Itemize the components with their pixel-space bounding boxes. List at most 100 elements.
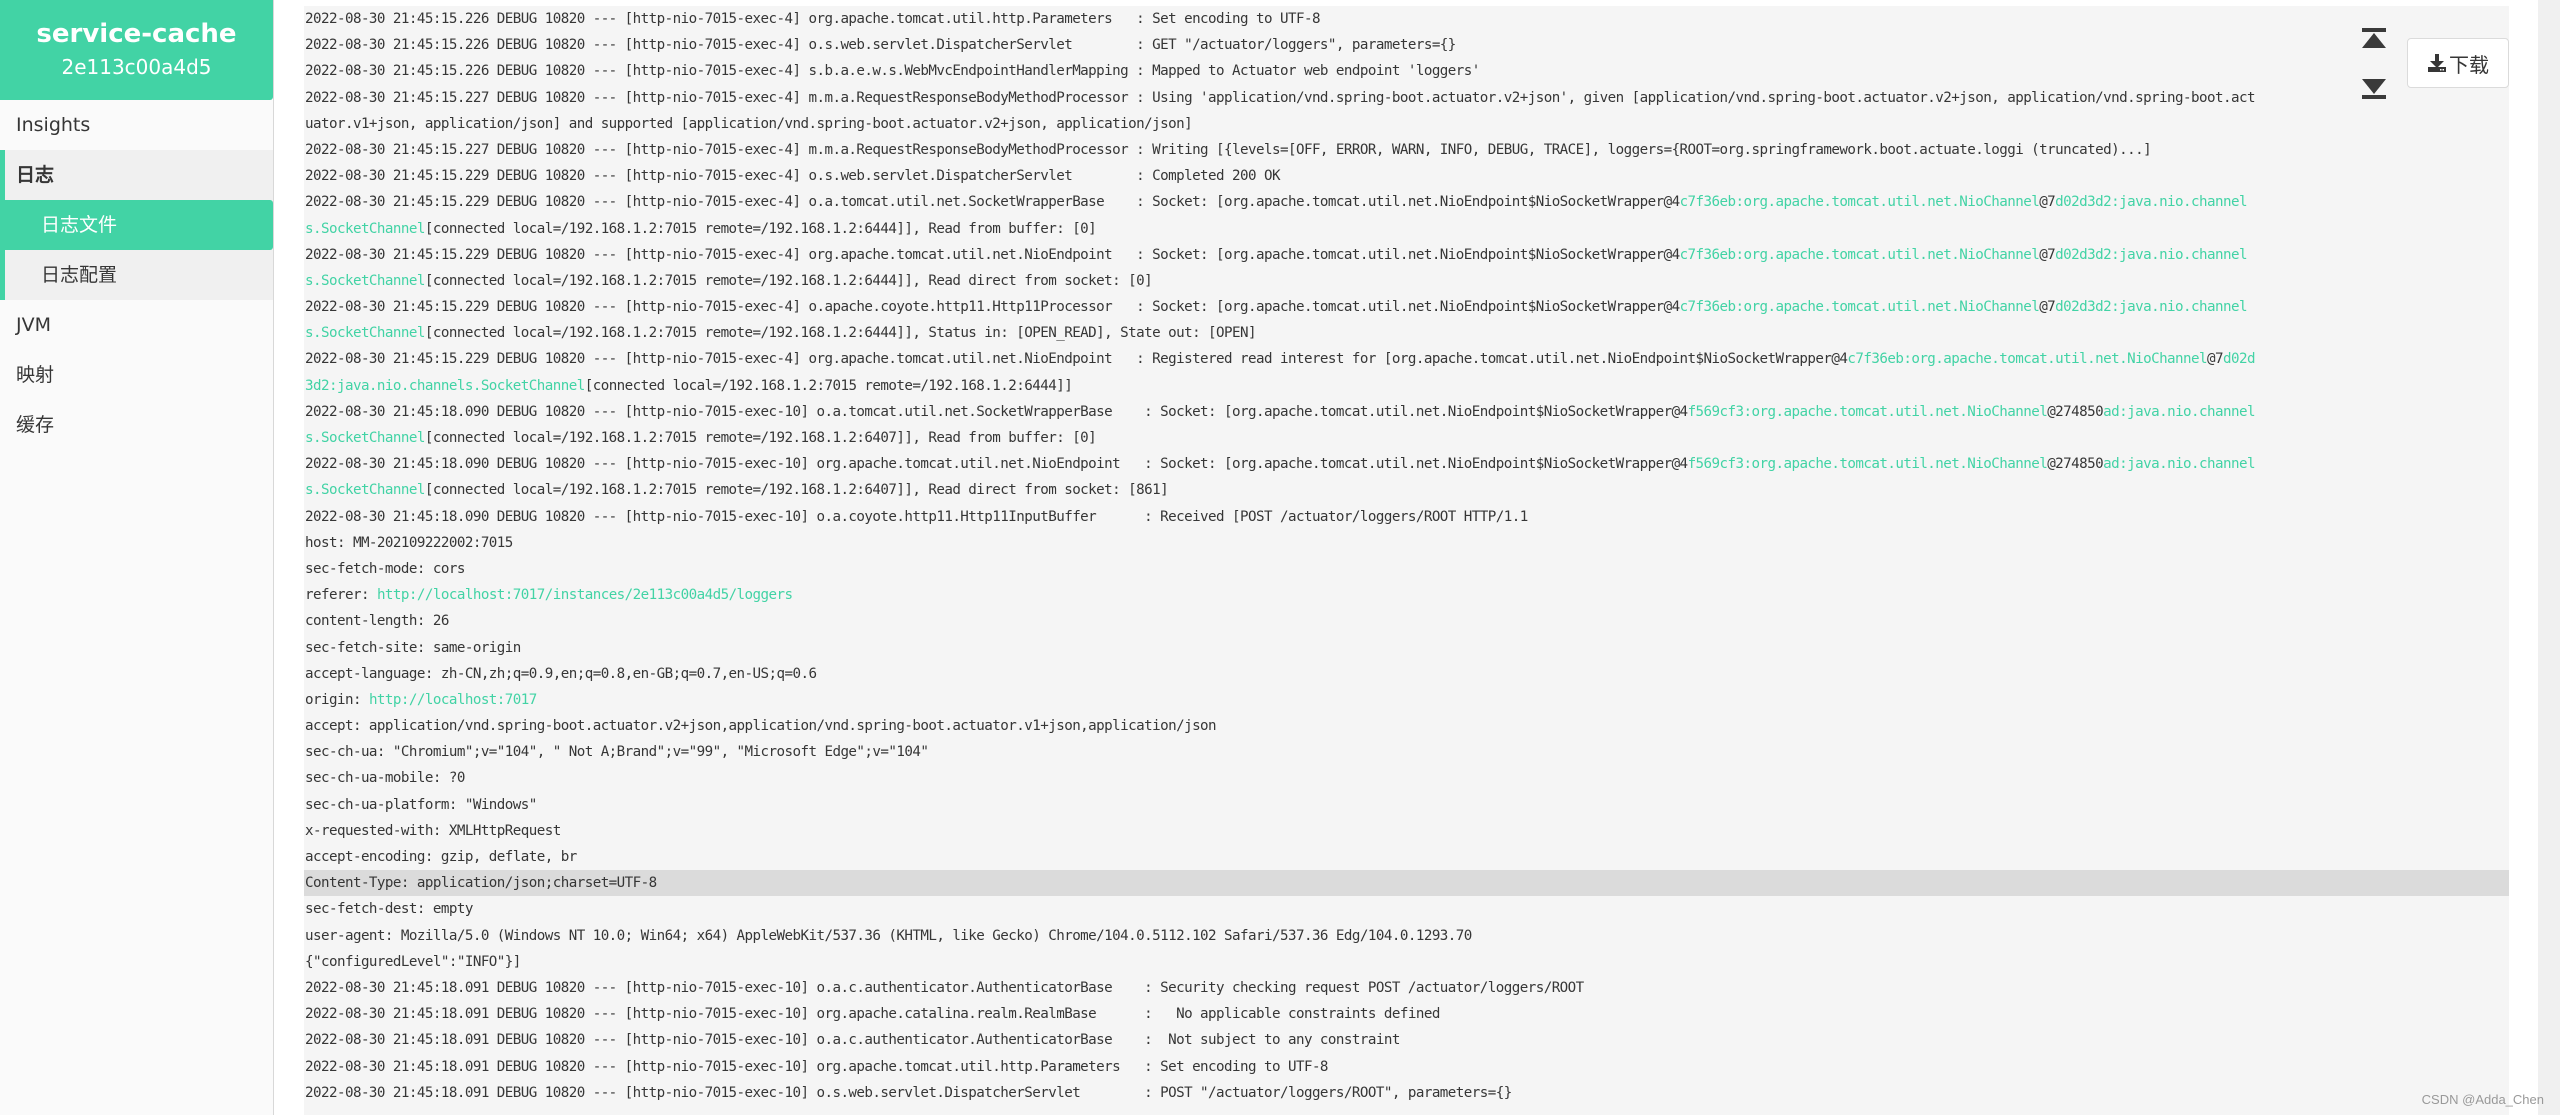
log-highlight-segment: s.SocketChannel: [305, 430, 425, 446]
log-text-segment: 2022-08-30 21:45:18.091 DEBUG 10820 --- …: [305, 1084, 1512, 1101]
log-text-segment: accept-language: zh-CN,zh;q=0.9,en;q=0.8…: [305, 665, 817, 682]
log-highlight-segment: f569cf3:org.apache.tomcat.util.net.NioCh…: [1687, 403, 2048, 420]
log-highlight-segment: d02d: [2223, 351, 2256, 368]
log-text-segment: 2022-08-30 21:45:15.229 DEBUG 10820 --- …: [305, 194, 1680, 211]
scroll-to-bottom-button[interactable]: [2361, 78, 2387, 100]
log-text-segment: 2022-08-30 21:45:15.227 DEBUG 10820 --- …: [305, 89, 2256, 106]
log-line: sec-ch-ua-platform: "Windows": [304, 792, 2509, 818]
log-line: 2022-08-30 21:45:18.090 DEBUG 10820 --- …: [304, 451, 2509, 477]
log-text-segment: uator.v1+json, application/json] and sup…: [305, 115, 1193, 132]
log-line: 2022-08-30 21:45:18.091 DEBUG 10820 --- …: [304, 1027, 2509, 1053]
log-text-segment: sec-fetch-dest: empty: [305, 901, 473, 918]
log-text-segment: 2022-08-30 21:45:15.229 DEBUG 10820 --- …: [305, 351, 1848, 368]
download-button[interactable]: 下载: [2407, 38, 2509, 88]
log-highlight-segment: f569cf3:org.apache.tomcat.util.net.NioCh…: [1687, 456, 2048, 473]
log-line: referer: http://localhost:7017/instances…: [304, 582, 2509, 608]
sidebar-item-mappings[interactable]: 映射: [0, 350, 273, 400]
log-highlight-segment: s.SocketChannel: [305, 325, 425, 342]
log-highlight-segment: ad:java.nio.channel: [2103, 456, 2255, 473]
log-line: sec-fetch-dest: empty: [304, 896, 2509, 922]
log-line: sec-fetch-mode: cors: [304, 556, 2509, 582]
log-line: s.SocketChannel[connected local=/192.168…: [304, 320, 2509, 346]
log-text-segment: sec-ch-ua-platform: "Windows": [305, 796, 537, 813]
log-text-segment: referer:: [305, 587, 377, 604]
scroll-to-top-icon: [2362, 28, 2386, 48]
log-text-segment: x-requested-with: XMLHttpRequest: [305, 822, 561, 839]
log-line: accept-language: zh-CN,zh;q=0.9,en;q=0.8…: [304, 661, 2509, 687]
instance-header[interactable]: service-cache 2e113c00a4d5: [0, 0, 273, 100]
sidebar-item-jvm[interactable]: JVM: [0, 300, 273, 350]
log-text-segment: 2022-08-30 21:45:18.090 DEBUG 10820 --- …: [305, 508, 1528, 525]
sidebar-item-logs[interactable]: 日志: [5, 150, 273, 200]
log-highlight-segment: ad:java.nio.channel: [2103, 403, 2255, 420]
log-line: s.SocketChannel[connected local=/192.168…: [304, 216, 2509, 242]
log-line: 2022-08-30 21:45:15.229 DEBUG 10820 --- …: [304, 346, 2509, 372]
log-line: 2022-08-30 21:45:18.090 DEBUG 10820 --- …: [304, 399, 2509, 425]
log-line: content-length: 26: [304, 608, 2509, 634]
log-text-segment: 2022-08-30 21:45:18.090 DEBUG 10820 --- …: [305, 403, 1688, 420]
log-text-segment: sec-ch-ua: "Chromium";v="104", " Not A;B…: [305, 744, 929, 761]
log-highlight-segment: s.SocketChannel: [305, 482, 425, 499]
log-line: 2022-08-30 21:45:18.091 DEBUG 10820 --- …: [304, 975, 2509, 1001]
log-highlight-segment: c7f36eb:org.apache.tomcat.util.net.NioCh…: [1679, 299, 2040, 316]
log-text-segment: origin:: [305, 691, 369, 708]
scroll-to-top-button[interactable]: [2361, 28, 2387, 50]
log-text-segment: 2022-08-30 21:45:18.091 DEBUG 10820 --- …: [305, 979, 1584, 996]
log-highlight-segment: d02d3d2:java.nio.channel: [2055, 246, 2247, 263]
download-icon: [2428, 54, 2446, 72]
log-text-segment: host: MM-202109222002:7015: [305, 534, 513, 551]
log-text-segment: [connected local=/192.168.1.2:7015 remot…: [424, 220, 1097, 237]
sidebar-item-caches[interactable]: 缓存: [0, 400, 273, 450]
log-text-segment: 2022-08-30 21:45:18.091 DEBUG 10820 --- …: [305, 1006, 1440, 1023]
log-line: 2022-08-30 21:45:15.227 DEBUG 10820 --- …: [304, 137, 2509, 163]
log-text-segment: 2022-08-30 21:45:15.226 DEBUG 10820 --- …: [305, 63, 1480, 80]
log-highlight-segment: c7f36eb:org.apache.tomcat.util.net.NioCh…: [1679, 246, 2040, 263]
log-text-segment: 2022-08-30 21:45:18.091 DEBUG 10820 --- …: [305, 1058, 1328, 1075]
log-highlight-segment: s.SocketChannel: [305, 220, 425, 237]
log-text-segment: [connected local=/192.168.1.2:7015 remot…: [584, 377, 1073, 394]
log-line: origin: http://localhost:7017: [304, 687, 2509, 713]
log-line: Content-Type: application/json;charset=U…: [304, 870, 2509, 897]
log-highlight-segment: c7f36eb:org.apache.tomcat.util.net.NioCh…: [1847, 351, 2208, 368]
log-text-segment: [connected local=/192.168.1.2:7015 remot…: [424, 482, 1169, 499]
application-name: service-cache: [36, 19, 237, 49]
log-line: x-requested-with: XMLHttpRequest: [304, 818, 2509, 844]
log-text-segment: @274850: [2047, 403, 2104, 420]
log-text-segment: 2022-08-30 21:45:18.090 DEBUG 10820 --- …: [305, 456, 1688, 473]
sidebar: service-cache 2e113c00a4d5 Insights 日志 日…: [0, 0, 274, 1115]
logfile-viewer[interactable]: 2022-08-30 21:45:15.226 DEBUG 10820 --- …: [304, 6, 2509, 1115]
log-text-segment: {"configuredLevel":"INFO"}]: [305, 953, 521, 970]
sidebar-item-loggers[interactable]: 日志配置: [5, 250, 273, 300]
log-text-segment: content-length: 26: [305, 613, 449, 630]
sidebar-item-insights[interactable]: Insights: [0, 100, 273, 150]
log-text-segment: Content-Type: application/json;charset=U…: [305, 875, 657, 892]
log-text-segment: 2022-08-30 21:45:15.229 DEBUG 10820 --- …: [305, 299, 1680, 316]
log-text-segment: 2022-08-30 21:45:15.229 DEBUG 10820 --- …: [305, 246, 1680, 263]
log-text-segment: [connected local=/192.168.1.2:7015 remot…: [424, 430, 1097, 446]
log-line: 2022-08-30 21:45:15.227 DEBUG 10820 --- …: [304, 85, 2509, 111]
log-text-segment: accept: application/vnd.spring-boot.actu…: [305, 718, 1217, 735]
main-content: 2022-08-30 21:45:15.226 DEBUG 10820 --- …: [274, 0, 2538, 1115]
log-line: 2022-08-30 21:45:18.091 DEBUG 10820 --- …: [304, 1080, 2509, 1106]
log-text-segment: 2022-08-30 21:45:15.229 DEBUG 10820 --- …: [305, 168, 1281, 185]
watermark: CSDN @Adda_Chen: [2421, 1092, 2544, 1107]
log-text-segment: [connected local=/192.168.1.2:7015 remot…: [424, 272, 1153, 289]
log-line: s.SocketChannel[connected local=/192.168…: [304, 425, 2509, 451]
log-line: 2022-08-30 21:45:18.091 DEBUG 10820 --- …: [304, 1001, 2509, 1027]
log-text-segment: @7: [2039, 194, 2056, 211]
log-text-segment: accept-encoding: gzip, deflate, br: [305, 849, 577, 865]
log-line: 2022-08-30 21:45:18.091 DEBUG 10820 --- …: [304, 1054, 2509, 1080]
log-highlight-segment: http://localhost:7017: [368, 691, 537, 708]
sidebar-item-logfile[interactable]: 日志文件: [5, 200, 273, 250]
log-line: uator.v1+json, application/json] and sup…: [304, 111, 2509, 137]
log-highlight-segment: s.SocketChannel: [305, 272, 425, 289]
log-line: accept-encoding: gzip, deflate, br: [304, 844, 2509, 870]
download-label: 下载: [2449, 52, 2489, 77]
instance-id: 2e113c00a4d5: [61, 55, 212, 79]
log-line: 2022-08-30 21:45:15.226 DEBUG 10820 --- …: [304, 58, 2509, 84]
log-line: {"configuredLevel":"INFO"}]: [304, 949, 2509, 975]
log-text-segment: 2022-08-30 21:45:18.091 DEBUG 10820 --- …: [305, 1032, 1400, 1049]
log-line: user-agent: Mozilla/5.0 (Windows NT 10.0…: [304, 923, 2509, 949]
log-line: 2022-08-30 21:45:15.229 DEBUG 10820 --- …: [304, 163, 2509, 189]
log-line: s.SocketChannel[connected local=/192.168…: [304, 268, 2509, 294]
